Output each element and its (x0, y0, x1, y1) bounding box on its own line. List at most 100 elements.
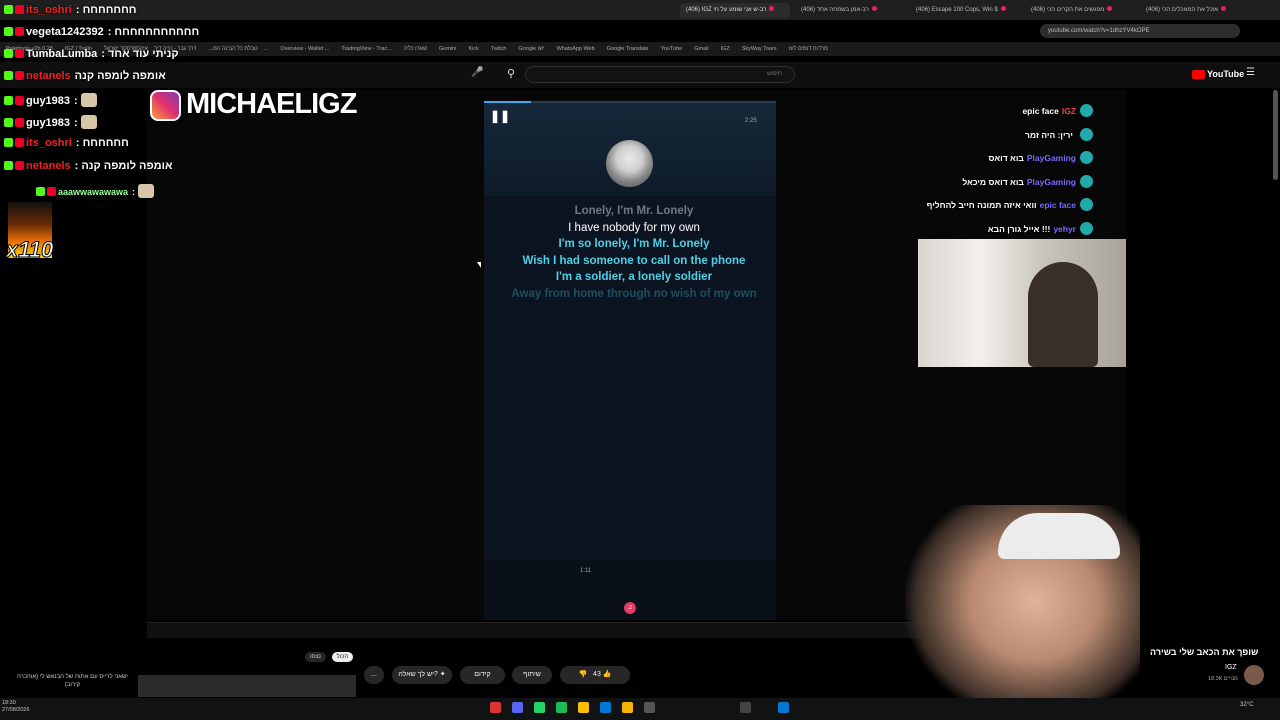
bookmark-item[interactable]: שארו כליכ (404, 46, 427, 52)
browser-tab[interactable]: (406) מפגשים את הקרים הכי (1025, 3, 1135, 18)
bookmark-item[interactable]: מרדות דומים לעז (789, 46, 828, 52)
bookmark-item[interactable]: Twitch (491, 46, 507, 52)
ask-button[interactable]: יש לך שאלה? ✦ (392, 666, 452, 684)
chat-message: אייל גורן הבא !!! yehyr (988, 222, 1093, 235)
chat-text: בוא דואס מיכאל (962, 177, 1024, 187)
microphone-icon[interactable]: 🎤 (471, 67, 483, 81)
like-count: 43 (593, 671, 601, 678)
bookmark-item[interactable]: YouTube (661, 46, 683, 52)
chat-username[interactable]: netanels (26, 160, 71, 172)
chat-message: epic face IGZ (1022, 104, 1093, 117)
pause-icon[interactable]: ❚❚ (490, 109, 510, 123)
bookmark-item[interactable]: WhatsApp Web (557, 46, 595, 52)
promote-button[interactable]: קידום (460, 666, 505, 684)
share-button[interactable]: שיתוף (512, 666, 552, 684)
lyric-line-past: Lonely, I'm Mr. Lonely (574, 205, 694, 217)
chat-username[interactable]: vegeta1242392 (26, 26, 104, 38)
browser-tab[interactable]: (406) Escape 100 Cops, Win $ (910, 3, 1020, 18)
avatar (1080, 128, 1093, 141)
menu-icon[interactable]: ☰ (1246, 67, 1260, 81)
temperature: 32°C (1240, 702, 1254, 708)
bookmark-item[interactable]: Google Translate (607, 46, 649, 52)
more-button[interactable]: ... (364, 666, 384, 684)
chat-message: guy1983: (4, 115, 97, 129)
chrome-icon[interactable] (578, 702, 589, 713)
tag-chip-selected[interactable]: הכול (331, 652, 354, 662)
chat-username[interactable]: epic face (1040, 200, 1076, 210)
chat-username[interactable]: TumbaLumba (26, 48, 97, 60)
bookmark-item[interactable]: Google ישו (518, 46, 544, 52)
browser-tab[interactable]: (406) IGZ רב-ש אני שומע על חי (680, 3, 790, 18)
bookmark-item[interactable]: TradingView - Trac... (341, 46, 391, 52)
chat-username[interactable]: guy1983 (26, 95, 70, 107)
chat-message: בוא דואס PlayGaming (988, 151, 1093, 164)
chat-text: : (132, 187, 136, 197)
bookmark-item[interactable]: Gemini (439, 46, 456, 52)
badge-icon (4, 161, 13, 170)
browser-tab[interactable]: (406) אוכל את המאכלים הכי (1140, 3, 1265, 18)
page-scrollbar[interactable] (1273, 90, 1278, 180)
scrubber-time[interactable]: 1:11 (580, 568, 630, 578)
badge-icon (4, 71, 13, 80)
like-dislike-button[interactable]: 👎 43 👍 (560, 666, 630, 684)
channel-name[interactable]: IGZ (1225, 664, 1237, 671)
badge-icon (4, 118, 13, 127)
search-icon[interactable] (740, 702, 751, 713)
volume-icon[interactable]: ♫ (624, 602, 636, 614)
search-icon[interactable]: ⚲ (504, 67, 518, 81)
related-video-thumbnail[interactable] (138, 675, 356, 697)
chat-message: guy1983: (4, 93, 97, 107)
badge-icon (15, 49, 24, 58)
ask-label: יש לך שאלה? (398, 671, 438, 678)
chat-message: בוא דואס מיכאל PlayGaming (962, 175, 1093, 188)
app-icon[interactable] (490, 702, 501, 713)
chat-text: : חחחחחח (75, 137, 129, 149)
bookmark-item[interactable]: SkyWay Tours (742, 46, 777, 52)
app-icon[interactable] (644, 702, 655, 713)
chat-message: vegeta1242392: חחחחחחחחחחח (4, 26, 199, 38)
chat-username[interactable]: aaawwawawawa (58, 187, 128, 197)
chat-username[interactable]: yehyr (1053, 224, 1076, 234)
badge-icon (4, 49, 13, 58)
chat-text: : אומפה לומפה קנה (74, 160, 173, 172)
badge-icon (15, 96, 24, 105)
youtube-logo[interactable]: YouTube (1192, 67, 1244, 81)
chat-username[interactable]: its_oshri (26, 4, 72, 16)
chat-text: וואי איזה תמונה חייב להחליף (926, 200, 1037, 210)
badge-icon (36, 187, 45, 196)
tag-chip[interactable]: נצפו (305, 652, 326, 662)
browser-tab-bar: (406) IGZ רב-ש אני שומע על חי (406) רב-א… (0, 0, 1280, 20)
avatar (1080, 151, 1093, 164)
badge-icon (15, 118, 24, 127)
chat-message: TumbaLumba: קניתי עוד אחד (4, 48, 179, 60)
windows-start-icon[interactable] (778, 702, 789, 713)
search-input[interactable]: חיפוש (525, 66, 795, 83)
avatar (1080, 104, 1093, 117)
emote-icon (80, 93, 97, 107)
bookmark-item[interactable]: IGZ (721, 46, 730, 52)
recording-icon (1000, 6, 1006, 11)
app-icon[interactable] (600, 702, 611, 713)
chat-username[interactable]: PlayGaming (1027, 177, 1076, 187)
bookmark-item[interactable]: Kick (468, 46, 478, 52)
whatsapp-icon[interactable] (534, 702, 545, 713)
bookmark-item[interactable]: טבלת כל הבינה המ... (208, 46, 257, 52)
tag-chips: נצפו הכול (305, 652, 357, 662)
chat-message: aaawwawawawa: (36, 184, 155, 198)
chat-username[interactable]: guy1983 (26, 117, 70, 129)
bookmark-item[interactable]: Overview - Wallet ... (280, 46, 329, 52)
folder-icon[interactable] (622, 702, 633, 713)
spotify-icon[interactable] (556, 702, 567, 713)
address-bar[interactable]: youtube.com/watch?v=1dhzYV4kOPE (1040, 24, 1240, 38)
chat-username[interactable]: its_oshri (26, 137, 72, 149)
lyric-line-next: Wish I had someone to call on the phone (522, 254, 746, 267)
browser-tab[interactable]: (406) רב-אמן בשמחה אחד (795, 3, 905, 18)
chat-username[interactable]: IGZ (1062, 106, 1076, 116)
channel-avatar[interactable] (1244, 665, 1264, 685)
chat-username[interactable]: netanels (26, 70, 71, 82)
chat-message: netanels אומפה לומפה קנה (4, 70, 166, 82)
bookmark-item[interactable]: Gmail (694, 46, 708, 52)
streamer-cap (998, 513, 1120, 559)
discord-icon[interactable] (512, 702, 523, 713)
chat-username[interactable]: PlayGaming (1027, 153, 1076, 163)
